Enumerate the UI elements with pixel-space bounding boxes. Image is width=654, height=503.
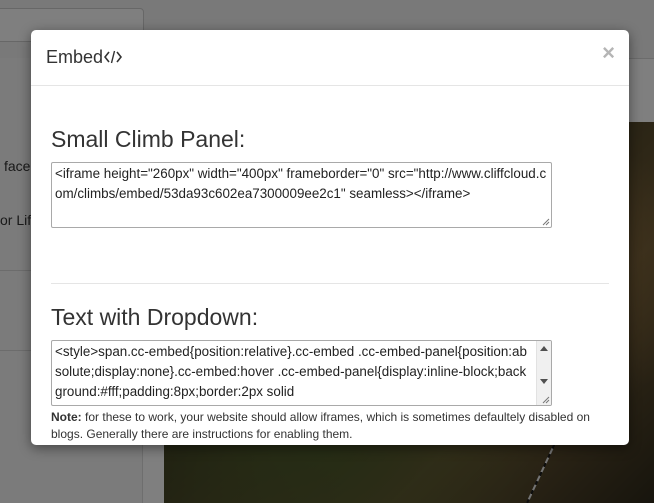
modal-title-text: Embed: [46, 47, 104, 67]
modal-title: Embed: [46, 47, 123, 69]
resize-grip-icon[interactable]: [541, 217, 550, 226]
scroll-up-arrow-icon[interactable]: [540, 346, 548, 351]
modal-body: Small Climb Panel: <iframe height="260px…: [51, 86, 609, 445]
modal-header: Embed ×: [31, 30, 629, 86]
section-divider: [51, 283, 609, 284]
close-button[interactable]: ×: [602, 42, 615, 64]
section-heading-small-climb-panel: Small Climb Panel:: [51, 126, 246, 152]
text-with-dropdown-code-textarea[interactable]: <style>span.cc-embed{position:relative}.…: [51, 340, 552, 406]
small-climb-panel-code: <iframe height="260px" width="400px" fra…: [55, 166, 547, 201]
text-with-dropdown-code: <style>span.cc-embed{position:relative}.…: [55, 344, 527, 399]
section-heading-text-with-dropdown: Text with Dropdown:: [51, 304, 259, 330]
note-label: Note:: [51, 410, 82, 424]
resize-grip-icon[interactable]: [541, 395, 550, 404]
scroll-down-arrow-icon[interactable]: [540, 379, 548, 384]
small-climb-panel-code-textarea[interactable]: <iframe height="260px" width="400px" fra…: [51, 162, 552, 228]
code-icon: [104, 49, 123, 69]
embed-modal: Embed × Small Climb Panel: <iframe heigh…: [31, 30, 629, 445]
iframe-note: Note: for these to work, your website sh…: [51, 409, 609, 443]
note-text: for these to work, your website should a…: [51, 410, 590, 441]
